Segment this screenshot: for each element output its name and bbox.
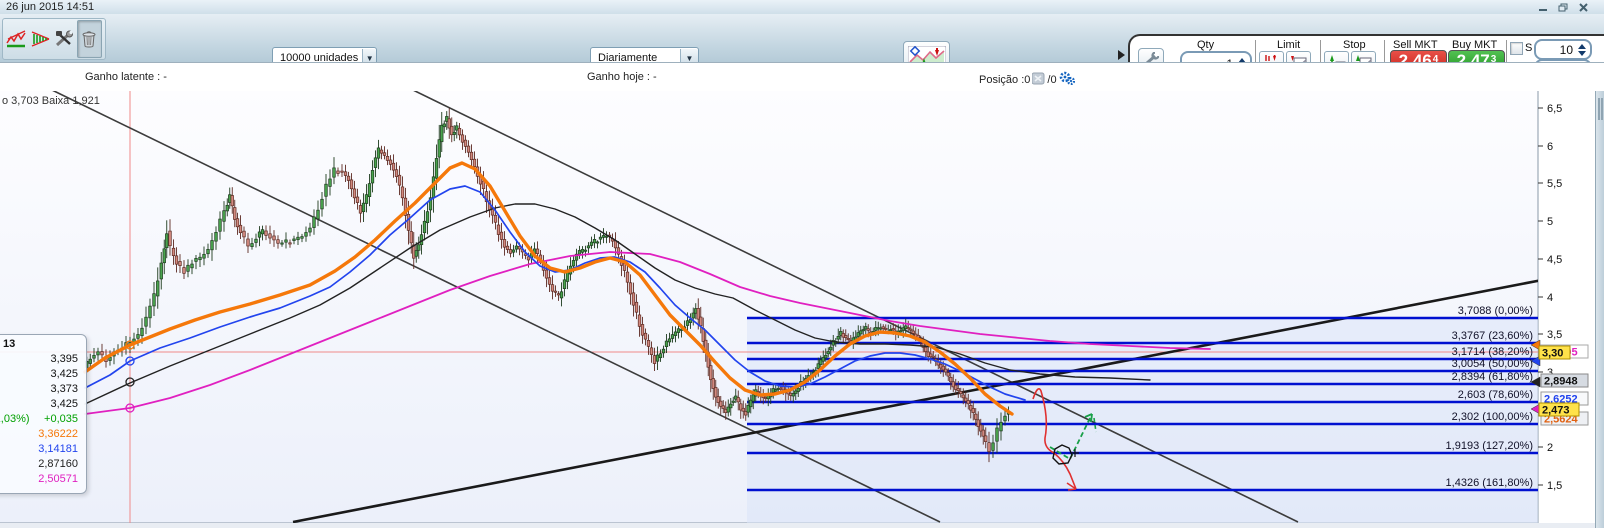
trendline-tool-button[interactable] bbox=[5, 21, 28, 57]
svg-text:3,1714 (38,20%): 3,1714 (38,20%) bbox=[1452, 346, 1533, 358]
svg-text:1,9193 (127,20%): 1,9193 (127,20%) bbox=[1446, 440, 1533, 452]
status-bar: Ganho latente : - Ganho hoje : - Posição… bbox=[0, 62, 1604, 91]
splitter-grip bbox=[1601, 98, 1603, 120]
position-chart-icon[interactable] bbox=[1031, 72, 1045, 88]
tooltip-row: 3,395 bbox=[50, 353, 78, 365]
splitter-grip bbox=[1598, 98, 1600, 120]
svg-text:3,30: 3,30 bbox=[1542, 348, 1563, 360]
window-titlebar[interactable]: 26 jun 2015 14:51 bbox=[0, 0, 1604, 15]
svg-text:6,5: 6,5 bbox=[1547, 103, 1562, 115]
tooltip-row: 2,50571 bbox=[38, 473, 78, 485]
main-toolbar: 10000 unidades ▼ Diariamente ▼ Qty Limit… bbox=[0, 14, 1604, 80]
svg-text:3,5: 3,5 bbox=[1547, 329, 1562, 341]
ganho-latente-label: Ganho latente : - bbox=[85, 71, 167, 83]
svg-text:2,473: 2,473 bbox=[1542, 405, 1570, 417]
s-checkbox[interactable] bbox=[1510, 42, 1523, 55]
s-checkbox-label: S bbox=[1525, 42, 1533, 54]
drawing-tools-group bbox=[2, 18, 106, 60]
svg-text:2,8394 (61,80%): 2,8394 (61,80%) bbox=[1452, 371, 1533, 383]
svg-text:3,7088 (0,00%): 3,7088 (0,00%) bbox=[1458, 305, 1533, 317]
posicao-value-1: 0 bbox=[1024, 73, 1031, 86]
tooltip-row: 3,425 bbox=[50, 368, 78, 380]
pattern-tool-button[interactable] bbox=[29, 21, 52, 57]
svg-text:2,302 (100,00%): 2,302 (100,00%) bbox=[1452, 411, 1533, 423]
chart-high-low-label: o 3,703 Baixa 1,921 bbox=[2, 95, 100, 107]
svg-text:4,5: 4,5 bbox=[1547, 254, 1562, 266]
qty-label: Qty bbox=[1197, 39, 1215, 51]
panel-splitter[interactable] bbox=[1595, 88, 1604, 528]
delete-drawings-button[interactable] bbox=[76, 20, 102, 58]
ohlc-tooltip-panel: 13 3,395 3,425 3,373 3,425 (1,03%)+0,035 3,36… bbox=[0, 334, 87, 494]
svg-text:2: 2 bbox=[1547, 442, 1553, 454]
tooltip-row: 3,36222 bbox=[38, 428, 78, 440]
window-title: 26 jun 2015 14:51 bbox=[6, 1, 95, 13]
tools-settings-button[interactable] bbox=[53, 21, 76, 57]
svg-text:5,5: 5,5 bbox=[1547, 178, 1562, 190]
stop-label: Stop bbox=[1343, 39, 1366, 51]
svg-text:1,4326 (161,80%): 1,4326 (161,80%) bbox=[1446, 477, 1533, 489]
svg-text:6: 6 bbox=[1547, 141, 1553, 153]
svg-text:1,5: 1,5 bbox=[1547, 480, 1562, 492]
s-value: 10 bbox=[1559, 42, 1573, 57]
posicao-value-2: 0 bbox=[1050, 73, 1057, 86]
limit-label: Limit bbox=[1277, 39, 1301, 51]
tooltip-row: 3,425 bbox=[50, 398, 78, 410]
tooltip-row: 2,87160 bbox=[38, 458, 78, 470]
spinner-arrows-icon[interactable] bbox=[1575, 43, 1590, 56]
restore-button[interactable] bbox=[1556, 2, 1570, 12]
posicao-label: Posição : bbox=[979, 73, 1025, 86]
tooltip-row: 3,14181 bbox=[38, 443, 78, 455]
svg-text:5: 5 bbox=[1547, 216, 1553, 228]
svg-text:3,3767 (23,60%): 3,3767 (23,60%) bbox=[1452, 330, 1533, 342]
trading-app-window: 3,7088 (0,00%) 3,3767 (23,60%) 3,1714 (38,… bbox=[0, 0, 1604, 528]
collapse-panel-arrow-icon[interactable] bbox=[1118, 50, 1125, 60]
posicao-status: Posição : 0 / 0 bbox=[979, 71, 1077, 88]
tooltip-row: 3,373 bbox=[50, 383, 78, 395]
tooltip-date: 13 bbox=[3, 338, 16, 350]
svg-text:3,0054 (50,00%): 3,0054 (50,00%) bbox=[1452, 358, 1533, 370]
settings-gears-icon[interactable] bbox=[1059, 71, 1075, 88]
ganho-hoje-label: Ganho hoje : - bbox=[587, 71, 657, 83]
minimize-button[interactable] bbox=[1536, 2, 1550, 12]
s-spinner[interactable]: 10 bbox=[1534, 39, 1592, 60]
svg-text:4: 4 bbox=[1547, 292, 1553, 304]
close-button[interactable] bbox=[1576, 2, 1590, 12]
tooltip-change-row: (1,03%)+0,035 bbox=[0, 413, 78, 425]
svg-text:2,603 (78,60%): 2,603 (78,60%) bbox=[1458, 389, 1533, 401]
svg-text:2,8948: 2,8948 bbox=[1544, 376, 1578, 388]
